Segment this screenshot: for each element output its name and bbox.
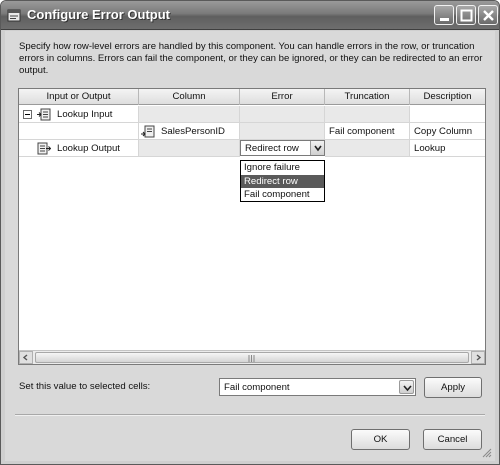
chevron-left-icon bbox=[22, 354, 28, 361]
apply-button[interactable]: Apply bbox=[424, 377, 482, 398]
set-value-combo-value: Fail component bbox=[224, 382, 290, 393]
description-text: Specify how row-level errors are handled… bbox=[19, 41, 483, 76]
grip-icon bbox=[248, 355, 255, 362]
ok-button[interactable]: OK bbox=[351, 429, 410, 450]
output-icon bbox=[37, 142, 51, 155]
collapse-toggle[interactable] bbox=[23, 110, 32, 119]
dropdown-option-redirect-row[interactable]: Redirect row bbox=[241, 175, 324, 188]
row-cell-description[interactable]: Lookup bbox=[410, 140, 485, 157]
row-cell-error[interactable] bbox=[240, 106, 325, 123]
row-cell-truncation[interactable]: Fail component bbox=[325, 123, 410, 140]
horizontal-scrollbar[interactable] bbox=[19, 350, 485, 364]
column-icon bbox=[141, 125, 155, 138]
footer-divider bbox=[15, 414, 485, 416]
row-cell-error[interactable] bbox=[240, 123, 325, 140]
row-cell-column[interactable] bbox=[139, 106, 240, 123]
row-cell-input-or-output[interactable]: Lookup Output bbox=[19, 140, 139, 157]
maximize-button[interactable] bbox=[456, 5, 476, 25]
title-bar[interactable]: Configure Error Output bbox=[1, 1, 499, 30]
table-row[interactable]: Lookup Input bbox=[19, 106, 485, 123]
table-row[interactable]: Lookup Output Redirect row Lookup bbox=[19, 140, 485, 157]
error-output-grid[interactable]: Input or Output Column Error Truncation … bbox=[18, 88, 486, 365]
minimize-icon bbox=[440, 18, 449, 21]
error-combo-value: Redirect row bbox=[245, 143, 299, 154]
configure-error-output-dialog: Configure Error Output Specify how row-l… bbox=[0, 0, 500, 465]
minimize-button[interactable] bbox=[434, 5, 454, 25]
column-header-input-or-output[interactable]: Input or Output bbox=[19, 89, 139, 105]
dropdown-option-ignore-failure[interactable]: Ignore failure bbox=[241, 161, 324, 174]
dropdown-option-fail-component[interactable]: Fail component bbox=[241, 188, 324, 201]
row-cell-column[interactable]: SalesPersonID bbox=[139, 123, 240, 140]
input-icon bbox=[37, 108, 51, 121]
column-header-error[interactable]: Error bbox=[240, 89, 325, 105]
scroll-left-button[interactable] bbox=[19, 351, 33, 364]
row-cell-truncation[interactable] bbox=[325, 106, 410, 123]
cancel-button[interactable]: Cancel bbox=[423, 429, 482, 450]
table-row[interactable]: SalesPersonID Fail component Copy Column bbox=[19, 123, 485, 140]
dialog-icon bbox=[7, 9, 21, 22]
chevron-right-icon bbox=[476, 354, 482, 361]
window-title: Configure Error Output bbox=[27, 7, 170, 22]
close-icon bbox=[483, 10, 494, 21]
scrollbar-thumb[interactable] bbox=[35, 352, 469, 363]
column-header-column[interactable]: Column bbox=[139, 89, 240, 105]
row-label: Lookup Output bbox=[57, 143, 120, 154]
error-combo[interactable]: Redirect row bbox=[240, 140, 325, 156]
set-value-label: Set this value to selected cells: bbox=[19, 381, 151, 392]
scroll-right-button[interactable] bbox=[471, 351, 485, 364]
grid-header: Input or Output Column Error Truncation … bbox=[19, 89, 485, 105]
row-cell-column[interactable] bbox=[139, 140, 240, 157]
chevron-down-icon[interactable] bbox=[310, 141, 324, 155]
resize-grip-icon[interactable] bbox=[482, 448, 492, 458]
error-dropdown-list[interactable]: Ignore failure Redirect row Fail compone… bbox=[240, 160, 325, 202]
dialog-body: Specify how row-level errors are handled… bbox=[5, 31, 495, 461]
column-name: SalesPersonID bbox=[161, 126, 225, 137]
close-button[interactable] bbox=[478, 5, 498, 25]
row-cell-input-or-output[interactable]: Lookup Input bbox=[19, 106, 139, 123]
set-value-combo[interactable]: Fail component bbox=[219, 378, 416, 396]
column-header-description[interactable]: Description bbox=[410, 89, 485, 105]
row-cell-description[interactable] bbox=[410, 106, 485, 123]
row-cell-description[interactable]: Copy Column bbox=[410, 123, 485, 140]
maximize-icon bbox=[460, 9, 473, 22]
row-cell-truncation[interactable] bbox=[325, 140, 410, 157]
row-cell-input-or-output[interactable] bbox=[19, 123, 139, 140]
column-header-truncation[interactable]: Truncation bbox=[325, 89, 410, 105]
chevron-down-icon[interactable] bbox=[399, 380, 414, 394]
row-label: Lookup Input bbox=[57, 109, 113, 120]
